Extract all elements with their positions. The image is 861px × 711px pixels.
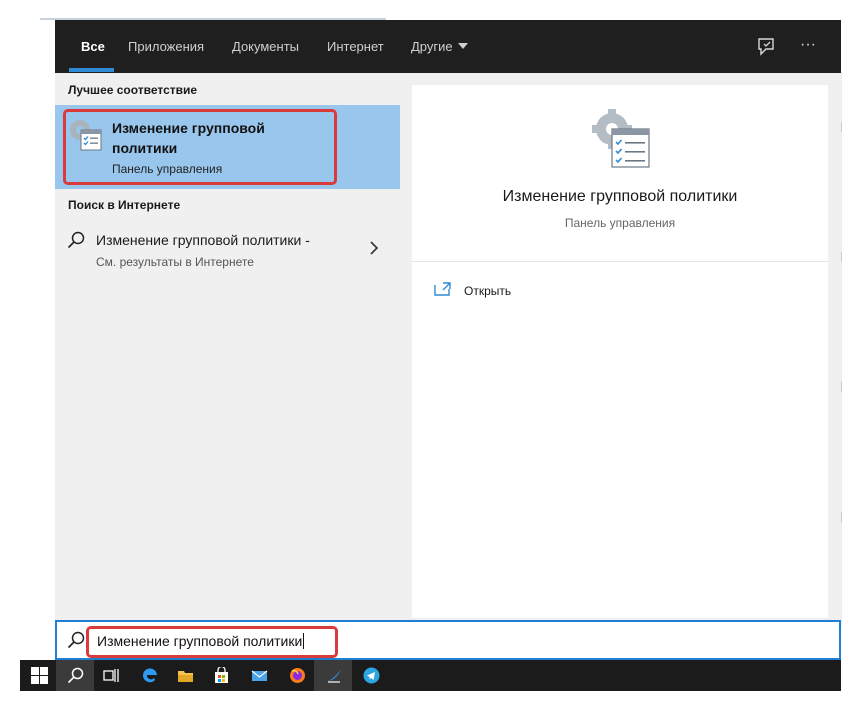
more-options-icon[interactable]: ··· <box>797 36 819 58</box>
taskbar <box>20 660 841 691</box>
highlight-box-search <box>86 626 338 658</box>
task-view-icon[interactable] <box>92 660 130 691</box>
open-action[interactable]: Открыть <box>464 284 511 298</box>
tab-apps[interactable]: Приложения <box>128 39 204 54</box>
tab-internet[interactable]: Интернет <box>327 39 384 54</box>
firefox-icon[interactable] <box>278 660 316 691</box>
result-detail-pane: Изменение групповой политики Панель упра… <box>412 85 828 618</box>
tab-more-label: Другие <box>411 39 453 54</box>
detail-subtitle: Панель управления <box>564 216 676 230</box>
edge-icon[interactable] <box>130 660 168 691</box>
best-match-heading: Лучшее соответствие <box>68 83 198 97</box>
store-icon[interactable] <box>202 660 240 691</box>
open-icon[interactable] <box>434 282 452 296</box>
divider <box>412 261 828 262</box>
tab-all[interactable]: Все <box>81 39 105 54</box>
chevron-right-icon[interactable] <box>369 240 379 256</box>
detail-title: Изменение групповой политики <box>502 188 738 205</box>
feedback-icon[interactable] <box>755 36 777 58</box>
mail-icon[interactable] <box>240 660 278 691</box>
web-search-title: Изменение групповой политики - <box>96 232 310 248</box>
web-search-item[interactable]: Изменение групповой политики - См. резул… <box>55 220 400 280</box>
search-icon[interactable] <box>56 660 94 691</box>
tab-documents[interactable]: Документы <box>232 39 299 54</box>
app-icon[interactable] <box>314 660 352 691</box>
search-panel: Все Приложения Документы Интернет Другие… <box>55 20 841 660</box>
telegram-icon[interactable] <box>352 660 390 691</box>
web-search-heading: Поиск в Интернете <box>68 198 181 212</box>
search-icon <box>67 631 85 649</box>
search-icon <box>67 231 85 249</box>
chevron-down-icon <box>457 43 468 49</box>
group-policy-icon <box>592 109 650 168</box>
active-tab-indicator <box>69 68 114 72</box>
windows-start-icon[interactable] <box>20 660 58 691</box>
web-search-subtitle: См. результаты в Интернете <box>96 255 254 269</box>
tab-more[interactable]: Другие <box>411 39 468 54</box>
search-tabs-bar: Все Приложения Документы Интернет Другие… <box>55 20 841 73</box>
highlight-box-best-match <box>63 109 337 185</box>
file-explorer-icon[interactable] <box>166 660 204 691</box>
